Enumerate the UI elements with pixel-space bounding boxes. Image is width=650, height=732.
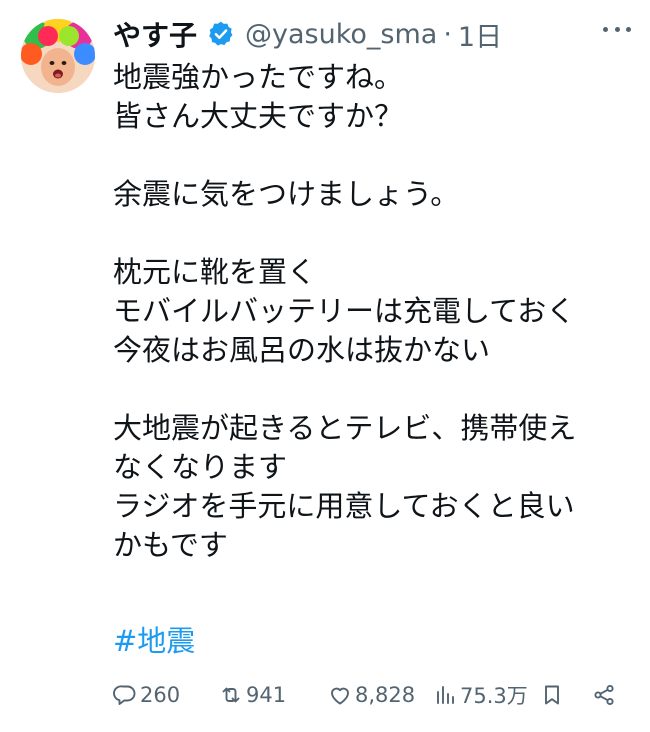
separator-dot: · xyxy=(443,18,452,50)
like-button[interactable]: 8,828 xyxy=(328,676,415,714)
heart-icon xyxy=(331,687,349,705)
views-button[interactable]: 75.3万 xyxy=(433,676,528,714)
avatar-image xyxy=(21,19,95,93)
verified-badge-icon xyxy=(207,20,235,48)
reply-icon xyxy=(113,685,136,705)
retweet-button[interactable]: 941 xyxy=(219,676,286,714)
tweet-header: やす子 @yasuko_sma · 1日 xyxy=(113,12,502,56)
views-count: 75.3万 xyxy=(460,684,528,708)
more-options-icon[interactable] xyxy=(603,24,631,34)
bookmark-button[interactable] xyxy=(540,676,564,714)
tweet: やす子 @yasuko_sma · 1日 地震強かったですね。 皆さん大丈夫です… xyxy=(0,0,650,732)
reply-button[interactable]: 260 xyxy=(113,676,180,714)
tweet-text: 地震強かったですね。 皆さん大丈夫ですか？ 余震に気をつけましょう。 枕元に靴を… xyxy=(113,60,577,562)
hashtag-link[interactable]: #地震 xyxy=(113,622,195,661)
like-count: 8,828 xyxy=(355,683,416,707)
author-handle[interactable]: @yasuko_sma xyxy=(245,19,437,50)
retweet-count: 941 xyxy=(246,683,287,707)
bookmark-icon xyxy=(545,685,559,705)
share-icon xyxy=(594,684,614,706)
author-name[interactable]: やす子 xyxy=(113,14,197,54)
analytics-icon xyxy=(437,686,454,704)
avatar[interactable] xyxy=(21,19,95,93)
action-bar: 260 941 8,828 75.3万 xyxy=(113,676,633,714)
share-button[interactable] xyxy=(592,676,616,714)
retweet-icon xyxy=(222,687,240,703)
timestamp[interactable]: 1日 xyxy=(458,15,502,54)
reply-count: 260 xyxy=(140,683,181,707)
